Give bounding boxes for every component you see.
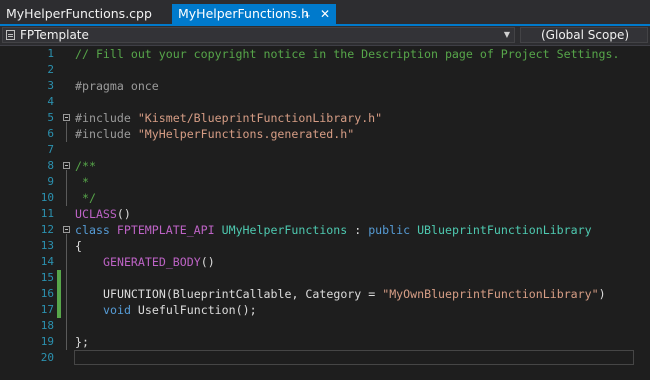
project-dropdown[interactable]: FPTemplate ▼: [2, 27, 515, 43]
code-line: 4: [0, 94, 650, 110]
base-class-name: UBlueprintFunctionLibrary: [417, 223, 592, 237]
code-text: };: [75, 335, 89, 349]
pin-icon[interactable]: ⫠: [304, 4, 310, 24]
code-text: *: [75, 174, 89, 190]
line-number: 1: [47, 47, 54, 60]
comment: */: [75, 191, 96, 205]
code-editor[interactable]: 1 // Fill out your copyright notice in t…: [0, 46, 650, 380]
close-icon[interactable]: ✕: [320, 4, 330, 24]
class-name: UMyHelperFunctions: [221, 223, 348, 237]
keyword: class: [75, 223, 110, 237]
document-tab-bar: MyHelperFunctions.cpp MyHelperFunctions.…: [0, 0, 650, 24]
fold-toggle-icon[interactable]: [63, 226, 70, 233]
code-line: 3 #pragma once: [0, 78, 650, 94]
project-dropdown-value: FPTemplate: [20, 28, 89, 42]
line-number: 7: [47, 143, 54, 156]
code-line: 17 void UsefulFunction();: [0, 302, 650, 318]
line-number: 8: [47, 159, 54, 172]
function-name: UsefulFunction: [137, 303, 236, 317]
file-icon: [6, 30, 15, 40]
code-line: 1 // Fill out your copyright notice in t…: [0, 46, 650, 62]
macro: GENERATED_BODY: [103, 255, 201, 269]
code-line: 19 };: [0, 334, 650, 350]
code-line: 5 #include "Kismet/BlueprintFunctionLibr…: [0, 110, 650, 126]
tab-myhelperfunctions-h[interactable]: MyHelperFunctions.h ⫠ ✕: [172, 4, 336, 24]
include-path: "Kismet/BlueprintFunctionLibrary.h": [137, 111, 383, 125]
code-line: 15: [0, 270, 650, 286]
macro-call: UFUNCTION: [103, 287, 166, 301]
code-text: #include "Kismet/BlueprintFunctionLibrar…: [75, 110, 382, 126]
code-line: 12 class FPTEMPLATE_API UMyHelperFunctio…: [0, 222, 650, 238]
code-text: UCLASS(): [75, 206, 131, 222]
punctuation: :: [347, 223, 369, 237]
code-text: void UsefulFunction();: [103, 302, 257, 318]
code-text: /**: [75, 158, 96, 174]
punctuation: ();: [235, 303, 257, 317]
code-line: 10 */: [0, 190, 650, 206]
keyword: public: [368, 223, 411, 237]
code-text: {: [75, 239, 82, 253]
line-number: 4: [47, 95, 54, 108]
line-number: 17: [40, 303, 54, 316]
preprocessor: #include: [75, 111, 131, 125]
scope-dropdown-value: (Global Scope): [541, 28, 630, 42]
code-line: 11 UCLASS(): [0, 206, 650, 222]
punctuation: ): [598, 287, 606, 301]
code-line: 9 *: [0, 174, 650, 190]
line-number: 15: [40, 271, 54, 284]
code-line: 18: [0, 318, 650, 334]
macro: FPTEMPLATE_API: [116, 223, 215, 237]
chevron-down-icon: ▼: [503, 30, 510, 39]
scope-dropdown[interactable]: (Global Scope): [520, 27, 648, 43]
code-line: 2: [0, 62, 650, 78]
code-line: 16 UFUNCTION(BlueprintCallable, Category…: [0, 286, 650, 302]
code-text: GENERATED_BODY(): [103, 254, 215, 270]
line-number: 9: [47, 175, 54, 188]
code-text: UFUNCTION(BlueprintCallable, Category = …: [103, 286, 606, 302]
code-line: 20: [0, 350, 650, 366]
tab-myhelperfunctions-cpp[interactable]: MyHelperFunctions.cpp: [0, 4, 170, 24]
include-path: "MyHelperFunctions.generated.h": [137, 127, 355, 141]
fold-toggle-icon[interactable]: [63, 114, 70, 121]
tab-label: MyHelperFunctions.h: [178, 6, 310, 21]
code-text: // Fill out your copyright notice in the…: [75, 46, 619, 62]
code-line: 6 #include "MyHelperFunctions.generated.…: [0, 126, 650, 142]
code-text: #include "MyHelperFunctions.generated.h": [75, 126, 354, 142]
tab-label: MyHelperFunctions.cpp: [6, 6, 152, 21]
line-number: 10: [40, 191, 54, 204]
code-text: class FPTEMPLATE_API UMyHelperFunctions …: [75, 222, 592, 238]
code-line: 8 /**: [0, 158, 650, 174]
line-number: 13: [40, 239, 54, 252]
keyword: void: [103, 303, 131, 317]
comment: *: [75, 175, 89, 189]
line-number: 12: [40, 223, 54, 236]
navigation-bar: FPTemplate ▼ (Global Scope): [0, 26, 650, 46]
code-text: */: [75, 190, 96, 206]
line-number: 14: [40, 255, 54, 268]
line-number: 20: [40, 351, 54, 364]
code-line: 14 GENERATED_BODY(): [0, 254, 650, 270]
comment: // Fill out your copyright notice in the…: [75, 47, 620, 61]
arguments: (BlueprintCallable, Category =: [165, 287, 383, 301]
line-number: 19: [40, 335, 54, 348]
punctuation: (): [116, 207, 131, 221]
code-line: 13 {: [0, 238, 650, 254]
line-number: 3: [47, 79, 54, 92]
line-number: 18: [40, 319, 54, 332]
line-number: 11: [40, 207, 54, 220]
line-number: 5: [47, 111, 54, 124]
macro: UCLASS: [75, 207, 117, 221]
punctuation: (): [200, 255, 215, 269]
line-number: 16: [40, 287, 54, 300]
preprocessor: #pragma once: [75, 79, 159, 93]
code-line: 7: [0, 142, 650, 158]
preprocessor: #include: [75, 127, 131, 141]
comment: /**: [75, 159, 96, 173]
line-number: 2: [47, 63, 54, 76]
string-literal: "MyOwnBlueprintFunctionLibrary": [382, 287, 599, 301]
code-text: #pragma once: [75, 78, 159, 94]
line-number: 6: [47, 127, 54, 140]
fold-toggle-icon[interactable]: [63, 162, 70, 169]
